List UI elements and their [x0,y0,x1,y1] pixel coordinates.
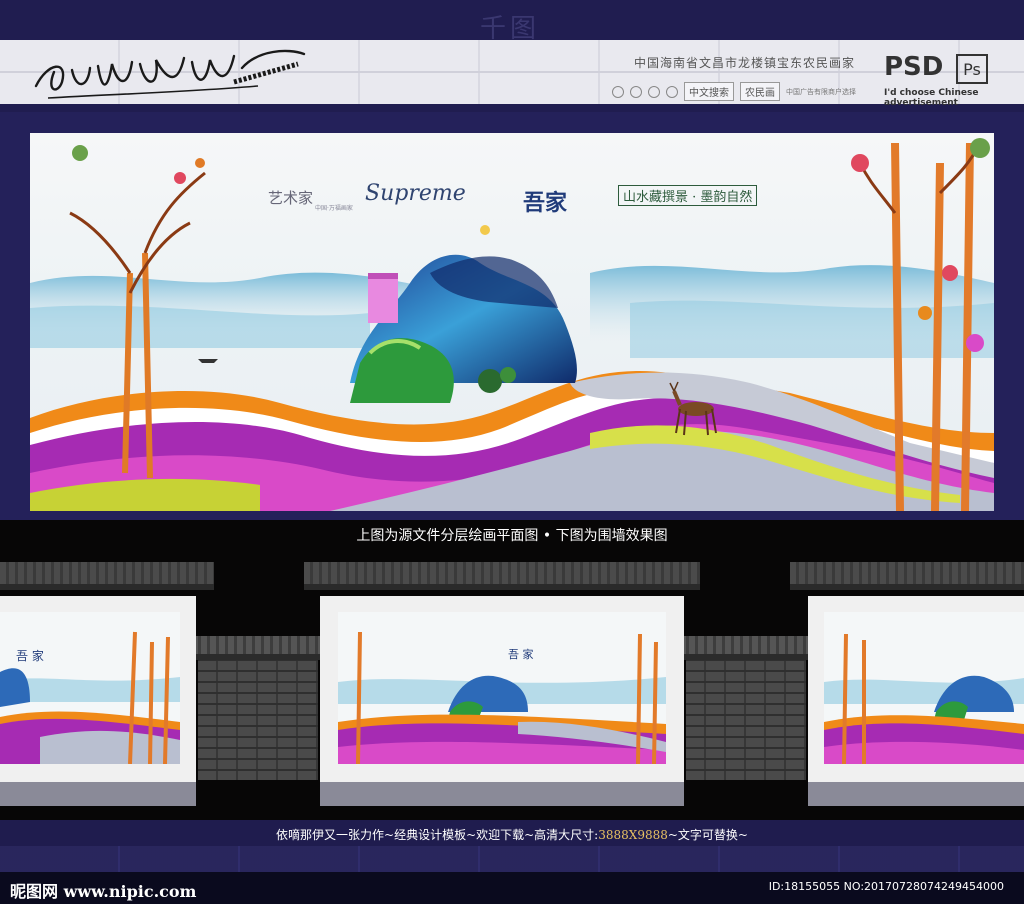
footer-text-after: ~文字可替换~ [667,828,748,842]
header-title: 中国海南省文昌市龙楼镇宝东农民画家 [634,56,856,70]
cn-search-button[interactable]: 中文搜索 [684,82,734,101]
wall-base [320,782,684,806]
svg-text:吾 家: 吾 家 [508,647,534,661]
farm-painting-button[interactable]: 农民画 [740,82,780,101]
wall-roof-center [304,562,700,590]
footer-text-before: 依嘀那伊又一张力作~经典设计模板~欢迎下载~高清大尺寸: [276,828,599,842]
main-poster: 艺术家 中国·万福画家 Supreme 吾家 山水藏撰景 · 墨韵自然 [30,133,994,511]
script-wordmark: Supreme [365,181,466,206]
photoshop-icon: Ps [956,54,988,84]
wall-roof-left [0,562,214,590]
brick-wall-segment [686,660,806,780]
connector-roof [680,636,812,660]
landscape-illustration [30,133,994,511]
footer-description: 依嘀那伊又一张力作~经典设计模板~欢迎下载~高清大尺寸:3888X9888~文字… [0,826,1024,843]
wall-poster-center: 吾 家 [338,612,666,764]
header-tiny-note: 中国广告有限商户选择 [786,87,856,96]
section-caption: 上图为源文件分层绘画平面图 • 下图为围墙效果图 [356,528,668,544]
header-toolbar: 中文搜索 农民画 中国广告有限商户选择 [612,82,856,101]
signature-logo [34,49,306,99]
circle-icon [612,85,624,98]
wall-base [808,782,1024,806]
wall-poster-left: 吾 家 [0,612,180,764]
artist-sub-label: 中国·万福画家 [315,205,353,212]
circle-icon [666,85,678,98]
header-band: 千图 中国海南省文昌市龙楼镇宝东农民画家 中文搜索 农民画 中国广告有限商户选择… [0,0,1024,112]
image-id: ID:18155055 NO:20170728074249454000 [768,880,1004,893]
connector-roof [192,636,324,660]
circle-icon [630,85,642,98]
brand-title: 吾家 [523,190,568,216]
wall-roof-right [790,562,1024,590]
footer-brick-strip [0,846,1024,872]
site-watermark: 昵图网 www.nipic.com [10,882,197,901]
slogan-box: 山水藏撰景 · 墨韵自然 [618,185,758,206]
wall-poster-right [824,612,1024,764]
wall-base [0,782,196,806]
footer-size: 3888X9888 [598,828,668,842]
circle-icon [648,85,660,98]
psd-label: PSD [884,52,944,82]
brick-wall-segment [198,660,318,780]
svg-text:吾 家: 吾 家 [16,648,44,663]
artist-label: 艺术家 [268,189,314,207]
header-english-tagline: I'd choose Chinese advertisement [884,88,979,108]
